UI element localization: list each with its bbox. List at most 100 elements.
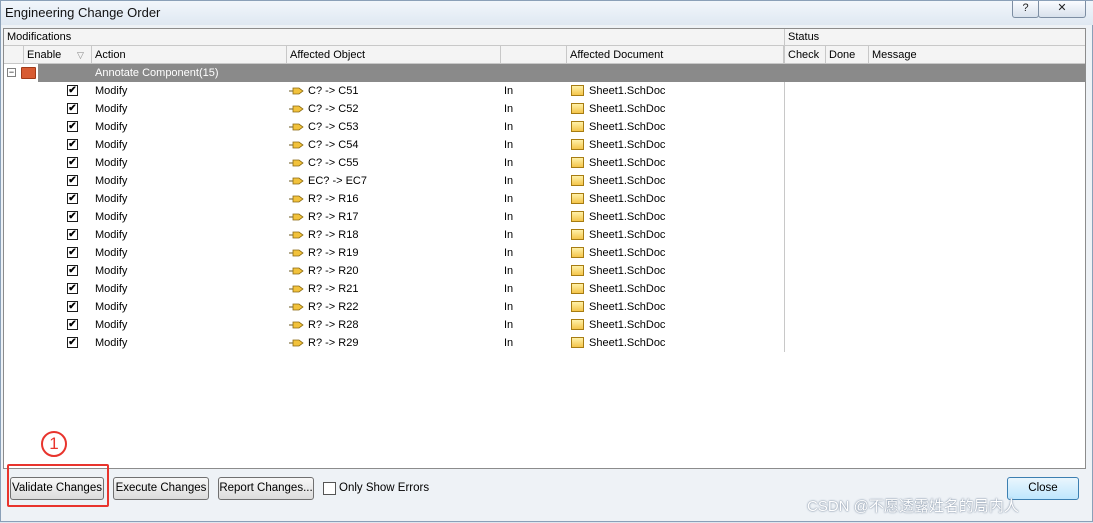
relation-cell: In bbox=[504, 103, 514, 115]
window-close-button[interactable]: ✕ bbox=[1038, 1, 1086, 18]
column-header-done[interactable]: Done bbox=[826, 46, 869, 64]
column-header-action[interactable]: Action bbox=[92, 46, 287, 64]
relation-cell: In bbox=[504, 139, 514, 151]
table-row[interactable]: ✔ Modify R? -> R16 In Sheet1.SchDoc bbox=[4, 190, 784, 208]
component-arrow-icon bbox=[289, 285, 304, 293]
relation-cell: In bbox=[504, 265, 514, 277]
affected-document-cell: Sheet1.SchDoc bbox=[589, 193, 666, 205]
action-cell: Modify bbox=[95, 121, 128, 133]
collapse-toggle-icon[interactable]: − bbox=[7, 68, 16, 77]
action-cell: Modify bbox=[95, 85, 128, 97]
schematic-doc-icon bbox=[571, 229, 584, 240]
schematic-doc-icon bbox=[571, 85, 584, 96]
component-arrow-icon bbox=[289, 105, 304, 113]
table-row[interactable]: ✔ Modify R? -> R20 In Sheet1.SchDoc bbox=[4, 262, 784, 280]
affected-object-cell: C? -> C51 bbox=[308, 85, 359, 97]
enable-checkbox[interactable]: ✔ bbox=[67, 103, 78, 114]
execute-changes-button[interactable]: Execute Changes bbox=[113, 477, 209, 500]
table-row[interactable]: ✔ Modify C? -> C52 In Sheet1.SchDoc bbox=[4, 100, 784, 118]
enable-checkbox[interactable]: ✔ bbox=[67, 301, 78, 312]
action-cell: Modify bbox=[95, 157, 128, 169]
enable-checkbox[interactable]: ✔ bbox=[67, 247, 78, 258]
enable-checkbox[interactable]: ✔ bbox=[67, 337, 78, 348]
only-show-errors-label[interactable]: Only Show Errors bbox=[339, 482, 429, 494]
affected-document-cell: Sheet1.SchDoc bbox=[589, 247, 666, 259]
affected-document-cell: Sheet1.SchDoc bbox=[589, 211, 666, 223]
report-changes-button[interactable]: Report Changes... bbox=[218, 477, 314, 500]
table-row[interactable]: ✔ Modify R? -> R22 In Sheet1.SchDoc bbox=[4, 298, 784, 316]
enable-checkbox[interactable]: ✔ bbox=[67, 229, 78, 240]
enable-checkbox[interactable]: ✔ bbox=[67, 85, 78, 96]
affected-object-cell: R? -> R21 bbox=[308, 283, 359, 295]
component-arrow-icon bbox=[289, 231, 304, 239]
table-row[interactable]: ✔ Modify R? -> R18 In Sheet1.SchDoc bbox=[4, 226, 784, 244]
affected-document-cell: Sheet1.SchDoc bbox=[589, 157, 666, 169]
table-row[interactable]: ✔ Modify R? -> R29 In Sheet1.SchDoc bbox=[4, 334, 784, 352]
enable-checkbox[interactable]: ✔ bbox=[67, 211, 78, 222]
group-header-status: Status bbox=[784, 29, 1085, 46]
table-row[interactable]: ✔ Modify EC? -> EC7 In Sheet1.SchDoc bbox=[4, 172, 784, 190]
component-arrow-icon bbox=[289, 303, 304, 311]
action-cell: Modify bbox=[95, 103, 128, 115]
enable-checkbox[interactable]: ✔ bbox=[67, 157, 78, 168]
relation-cell: In bbox=[504, 121, 514, 133]
relation-cell: In bbox=[504, 283, 514, 295]
table-row[interactable]: ✔ Modify R? -> R21 In Sheet1.SchDoc bbox=[4, 280, 784, 298]
column-header-message[interactable]: Message bbox=[869, 46, 1085, 64]
affected-object-cell: R? -> R22 bbox=[308, 301, 359, 313]
affected-document-cell: Sheet1.SchDoc bbox=[589, 301, 666, 313]
table-row[interactable]: ✔ Modify R? -> R28 In Sheet1.SchDoc bbox=[4, 316, 784, 334]
step-marker: 1 bbox=[41, 431, 67, 457]
highlight-box bbox=[7, 464, 109, 507]
table-row[interactable]: ✔ Modify R? -> R17 In Sheet1.SchDoc bbox=[4, 208, 784, 226]
schematic-doc-icon bbox=[571, 139, 584, 150]
affected-object-cell: C? -> C52 bbox=[308, 103, 359, 115]
action-cell: Modify bbox=[95, 211, 128, 223]
affected-document-cell: Sheet1.SchDoc bbox=[589, 139, 666, 151]
group-row-annotate-component[interactable]: − Annotate Component(15) bbox=[4, 64, 1085, 82]
only-show-errors-checkbox[interactable] bbox=[323, 482, 336, 495]
group-row-label: Annotate Component(15) bbox=[95, 67, 219, 79]
affected-object-cell: R? -> R28 bbox=[308, 319, 359, 331]
affected-object-cell: C? -> C54 bbox=[308, 139, 359, 151]
affected-object-cell: R? -> R18 bbox=[308, 229, 359, 241]
affected-document-cell: Sheet1.SchDoc bbox=[589, 283, 666, 295]
action-cell: Modify bbox=[95, 193, 128, 205]
affected-object-cell: R? -> R29 bbox=[308, 337, 359, 349]
column-header-affected-object[interactable]: Affected Object bbox=[287, 46, 501, 64]
affected-object-cell: EC? -> EC7 bbox=[308, 175, 367, 187]
enable-checkbox[interactable]: ✔ bbox=[67, 193, 78, 204]
affected-document-cell: Sheet1.SchDoc bbox=[589, 85, 666, 97]
column-enable-label: Enable bbox=[27, 49, 62, 61]
column-header-relation[interactable] bbox=[501, 46, 567, 64]
action-cell: Modify bbox=[95, 283, 128, 295]
affected-document-cell: Sheet1.SchDoc bbox=[589, 319, 666, 331]
help-button[interactable]: ? bbox=[1012, 1, 1039, 18]
enable-checkbox[interactable]: ✔ bbox=[67, 175, 78, 186]
table-row[interactable]: ✔ Modify C? -> C51 In Sheet1.SchDoc bbox=[4, 82, 784, 100]
table-row[interactable]: ✔ Modify C? -> C55 In Sheet1.SchDoc bbox=[4, 154, 784, 172]
table-row[interactable]: ✔ Modify R? -> R19 In Sheet1.SchDoc bbox=[4, 244, 784, 262]
column-header-affected-document[interactable]: Affected Document bbox=[567, 46, 784, 64]
component-arrow-icon bbox=[289, 249, 304, 257]
column-header-enable[interactable]: Enable ▽ bbox=[24, 46, 92, 64]
enable-checkbox[interactable]: ✔ bbox=[67, 283, 78, 294]
affected-object-cell: R? -> R17 bbox=[308, 211, 359, 223]
table-row[interactable]: ✔ Modify C? -> C53 In Sheet1.SchDoc bbox=[4, 118, 784, 136]
relation-cell: In bbox=[504, 193, 514, 205]
schematic-doc-icon bbox=[571, 283, 584, 294]
enable-checkbox[interactable]: ✔ bbox=[67, 139, 78, 150]
relation-cell: In bbox=[504, 229, 514, 241]
table-row[interactable]: ✔ Modify C? -> C54 In Sheet1.SchDoc bbox=[4, 136, 784, 154]
enable-checkbox[interactable]: ✔ bbox=[67, 319, 78, 330]
column-header-check[interactable]: Check bbox=[784, 46, 826, 64]
action-cell: Modify bbox=[95, 139, 128, 151]
action-cell: Modify bbox=[95, 301, 128, 313]
sort-indicator-icon: ▽ bbox=[77, 50, 84, 60]
schematic-doc-icon bbox=[571, 265, 584, 276]
schematic-doc-icon bbox=[571, 301, 584, 312]
component-arrow-icon bbox=[289, 177, 304, 185]
enable-checkbox[interactable]: ✔ bbox=[67, 121, 78, 132]
enable-checkbox[interactable]: ✔ bbox=[67, 265, 78, 276]
title-bar: Engineering Change Order ? ✕ bbox=[1, 1, 1093, 25]
